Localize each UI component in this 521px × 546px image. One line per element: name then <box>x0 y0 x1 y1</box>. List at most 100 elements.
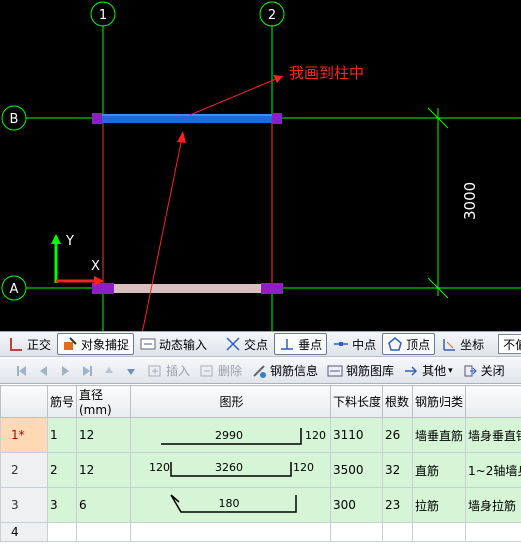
row-number[interactable]: 3 <box>0 487 48 523</box>
dimension-3000: 3000 <box>427 107 479 299</box>
cell-diameter[interactable]: 12 <box>76 417 131 453</box>
next-record-icon[interactable] <box>56 362 74 380</box>
header-shape[interactable]: 图形 <box>130 385 331 418</box>
rebar-table: 筋号 直径(mm) 图形 下料长度 根数 钢筋归类 1* 1 12 2990 1… <box>0 385 521 546</box>
midpoint-snap[interactable]: 中点 <box>329 333 380 355</box>
rebar-shape-diagram: 180 <box>170 494 297 513</box>
rebar-info-button[interactable]: 钢筋信息 <box>248 360 321 382</box>
header-category[interactable]: 钢筋归类 <box>412 385 466 418</box>
vertex-icon <box>387 336 403 352</box>
cad-canvas[interactable]: 1 2 B A 3000 我画到柱中 Y X <box>0 0 521 331</box>
row-number[interactable]: 1* <box>0 417 48 453</box>
cell-description[interactable] <box>465 522 521 542</box>
ortho-toggle[interactable]: 正交 <box>4 333 55 355</box>
axis-bubble-A: A <box>1 275 27 301</box>
other-menu-icon <box>403 363 419 379</box>
perpendicular-snap[interactable]: 垂点 <box>274 333 328 355</box>
cell-category[interactable]: 直筋 <box>412 452 466 488</box>
svg-text:120: 120 <box>293 461 314 474</box>
first-record-icon[interactable] <box>12 362 30 380</box>
cell-description[interactable]: 墙身拉筋 <box>465 487 521 523</box>
cell-diameter[interactable] <box>76 522 131 542</box>
svg-text:3260: 3260 <box>215 461 243 474</box>
object-snap-toggle[interactable]: 对象捕捉 <box>57 333 135 355</box>
vertex-snap[interactable]: 顶点 <box>382 333 436 355</box>
dynamic-input-icon <box>140 336 156 352</box>
cell-bar-number[interactable] <box>47 522 77 542</box>
column-node-1B <box>92 113 102 124</box>
cell-category[interactable]: 墙垂直筋 <box>412 417 466 453</box>
previous-record-icon[interactable] <box>34 362 52 380</box>
row-number[interactable]: 4 <box>0 522 48 542</box>
rebar-library-button[interactable]: 钢筋图库 <box>324 360 397 382</box>
column-node-2B <box>272 113 282 124</box>
move-down-icon[interactable] <box>122 362 140 380</box>
cell-cut-length[interactable] <box>330 522 383 542</box>
move-up-icon[interactable] <box>100 362 118 380</box>
rebar-shape-diagram: 120 3260 120 <box>149 461 314 477</box>
cell-count[interactable]: 23 <box>382 487 413 523</box>
svg-text:X: X <box>91 259 100 274</box>
coordinate-toggle[interactable]: 坐标 <box>437 333 488 355</box>
intersection-snap[interactable]: 交点 <box>221 333 272 355</box>
offset-select[interactable]: 不偏移 <box>498 334 521 354</box>
cell-description[interactable]: 1~2轴墙身 <box>465 452 521 488</box>
header-count[interactable]: 根数 <box>382 385 413 418</box>
axis-bubble-B: B <box>1 105 27 131</box>
cell-count[interactable]: 26 <box>382 417 413 453</box>
svg-text:180: 180 <box>219 497 240 510</box>
cell-shape[interactable]: 2990 120 <box>130 417 331 453</box>
cell-cut-length[interactable]: 3500 <box>330 452 383 488</box>
table-header-row: 筋号 直径(mm) 图形 下料长度 根数 钢筋归类 <box>0 385 521 418</box>
svg-text:120: 120 <box>305 429 326 442</box>
table-row[interactable]: 4 <box>0 522 521 542</box>
cell-diameter[interactable]: 12 <box>76 452 131 488</box>
svg-text:A: A <box>10 282 19 297</box>
cell-bar-number[interactable]: 1 <box>47 417 77 453</box>
cell-shape[interactable]: 120 3260 120 <box>130 452 331 488</box>
header-diameter[interactable]: 直径(mm) <box>76 385 131 418</box>
cell-diameter[interactable]: 6 <box>76 487 131 523</box>
table-row[interactable]: 2 2 12 120 3260 120 3500 32 直筋 1~2轴墙身 <box>0 452 521 488</box>
column-node-2A <box>261 283 283 294</box>
axis-bubble-2: 2 <box>259 1 285 27</box>
cell-category[interactable] <box>412 522 466 542</box>
dynamic-input-toggle[interactable]: 动态输入 <box>136 333 211 355</box>
svg-text:2: 2 <box>268 8 276 23</box>
table-row[interactable]: 3 3 6 180 300 23 拉筋 墙身拉筋 <box>0 487 521 523</box>
cell-category[interactable]: 拉筋 <box>412 487 466 523</box>
ucs-icon: Y X <box>51 234 104 286</box>
header-cut-length[interactable]: 下料长度 <box>330 385 383 418</box>
rebar-shape-diagram: 2990 120 <box>161 428 326 445</box>
perpendicular-icon <box>279 336 295 352</box>
intersection-icon <box>225 336 241 352</box>
rebar-line-bottom <box>99 284 277 293</box>
header-bar-number[interactable]: 筋号 <box>47 385 77 418</box>
midpoint-icon <box>333 336 349 352</box>
insert-button[interactable]: 插入 <box>144 360 193 382</box>
table-row[interactable]: 1* 1 12 2990 120 3110 26 墙垂直筋 墙身垂直钢 <box>0 417 521 453</box>
header-rownum <box>0 385 48 418</box>
cell-shape[interactable] <box>130 522 331 542</box>
ortho-icon <box>8 336 24 352</box>
delete-button[interactable]: 删除 <box>196 360 245 382</box>
close-button[interactable]: 关闭 <box>459 360 508 382</box>
svg-text:120: 120 <box>149 461 170 474</box>
rebar-grid-toolbar: 插入 删除 钢筋信息 钢筋图库 其他 ▾ 关闭 <box>0 358 521 384</box>
insert-icon <box>147 363 163 379</box>
snap-toolbar: 正交 对象捕捉 动态输入 交点 垂点 中点 顶点 坐标 不 <box>0 331 521 357</box>
svg-text:Y: Y <box>65 234 74 249</box>
cell-shape[interactable]: 180 <box>130 487 331 523</box>
cell-cut-length[interactable]: 300 <box>330 487 383 523</box>
header-extra[interactable] <box>465 385 521 418</box>
cell-cut-length[interactable]: 3110 <box>330 417 383 453</box>
other-menu-button[interactable]: 其他 ▾ <box>400 360 456 382</box>
cell-count[interactable]: 32 <box>382 452 413 488</box>
cell-count[interactable] <box>382 522 413 542</box>
cad-drawing[interactable]: 1 2 B A 3000 我画到柱中 Y X <box>0 0 521 331</box>
cell-bar-number[interactable]: 2 <box>47 452 77 488</box>
cell-bar-number[interactable]: 3 <box>47 487 77 523</box>
last-record-icon[interactable] <box>78 362 96 380</box>
row-number[interactable]: 2 <box>0 452 48 488</box>
cell-description[interactable]: 墙身垂直钢 <box>465 417 521 453</box>
